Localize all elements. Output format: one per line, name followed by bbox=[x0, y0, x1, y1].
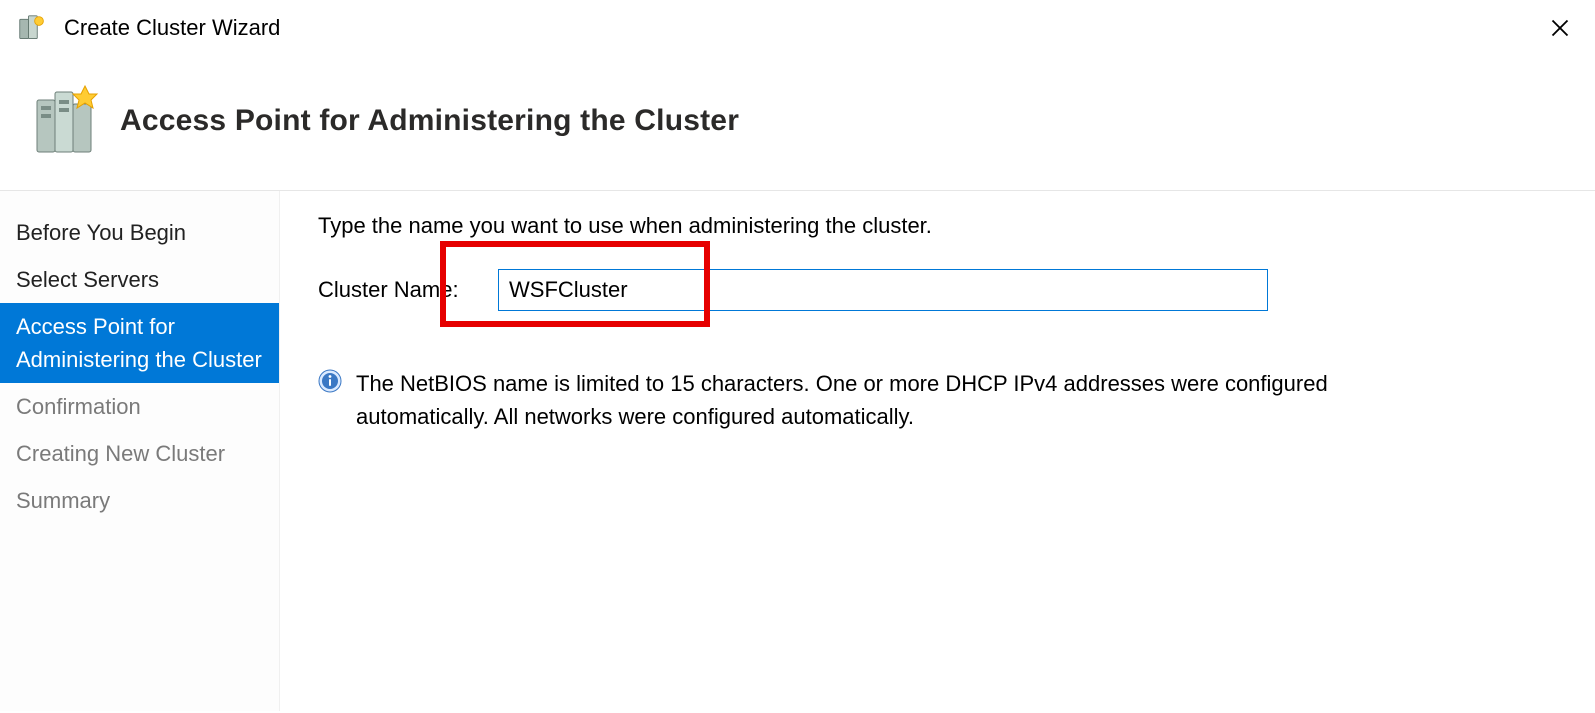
info-text: The NetBIOS name is limited to 15 charac… bbox=[348, 367, 1398, 433]
close-icon bbox=[1550, 18, 1570, 38]
info-icon bbox=[318, 367, 348, 398]
window-title: Create Cluster Wizard bbox=[58, 15, 1540, 41]
wizard-steps-sidebar: Before You BeginSelect ServersAccess Poi… bbox=[0, 191, 280, 711]
wizard-step-1[interactable]: Select Servers bbox=[0, 256, 279, 303]
wizard-step-4[interactable]: Creating New Cluster bbox=[0, 430, 279, 477]
info-row: The NetBIOS name is limited to 15 charac… bbox=[318, 367, 1565, 433]
page-title: Access Point for Administering the Clust… bbox=[108, 104, 739, 138]
cluster-name-label: Cluster Name: bbox=[318, 277, 498, 303]
instruction-text: Type the name you want to use when admin… bbox=[318, 213, 1565, 239]
cluster-large-icon bbox=[28, 82, 108, 160]
titlebar: Create Cluster Wizard bbox=[0, 0, 1595, 52]
wizard-step-3[interactable]: Confirmation bbox=[0, 383, 279, 430]
close-button[interactable] bbox=[1540, 13, 1580, 43]
wizard-step-0[interactable]: Before You Begin bbox=[0, 209, 279, 256]
wizard-main-panel: Type the name you want to use when admin… bbox=[280, 191, 1595, 711]
wizard-step-5[interactable]: Summary bbox=[0, 477, 279, 524]
cluster-name-input[interactable] bbox=[498, 269, 1268, 311]
page-header: Access Point for Administering the Clust… bbox=[0, 52, 1595, 190]
wizard-step-2[interactable]: Access Point for Administering the Clust… bbox=[0, 303, 279, 383]
wizard-icon bbox=[18, 14, 58, 42]
cluster-name-row: Cluster Name: bbox=[318, 269, 1565, 311]
